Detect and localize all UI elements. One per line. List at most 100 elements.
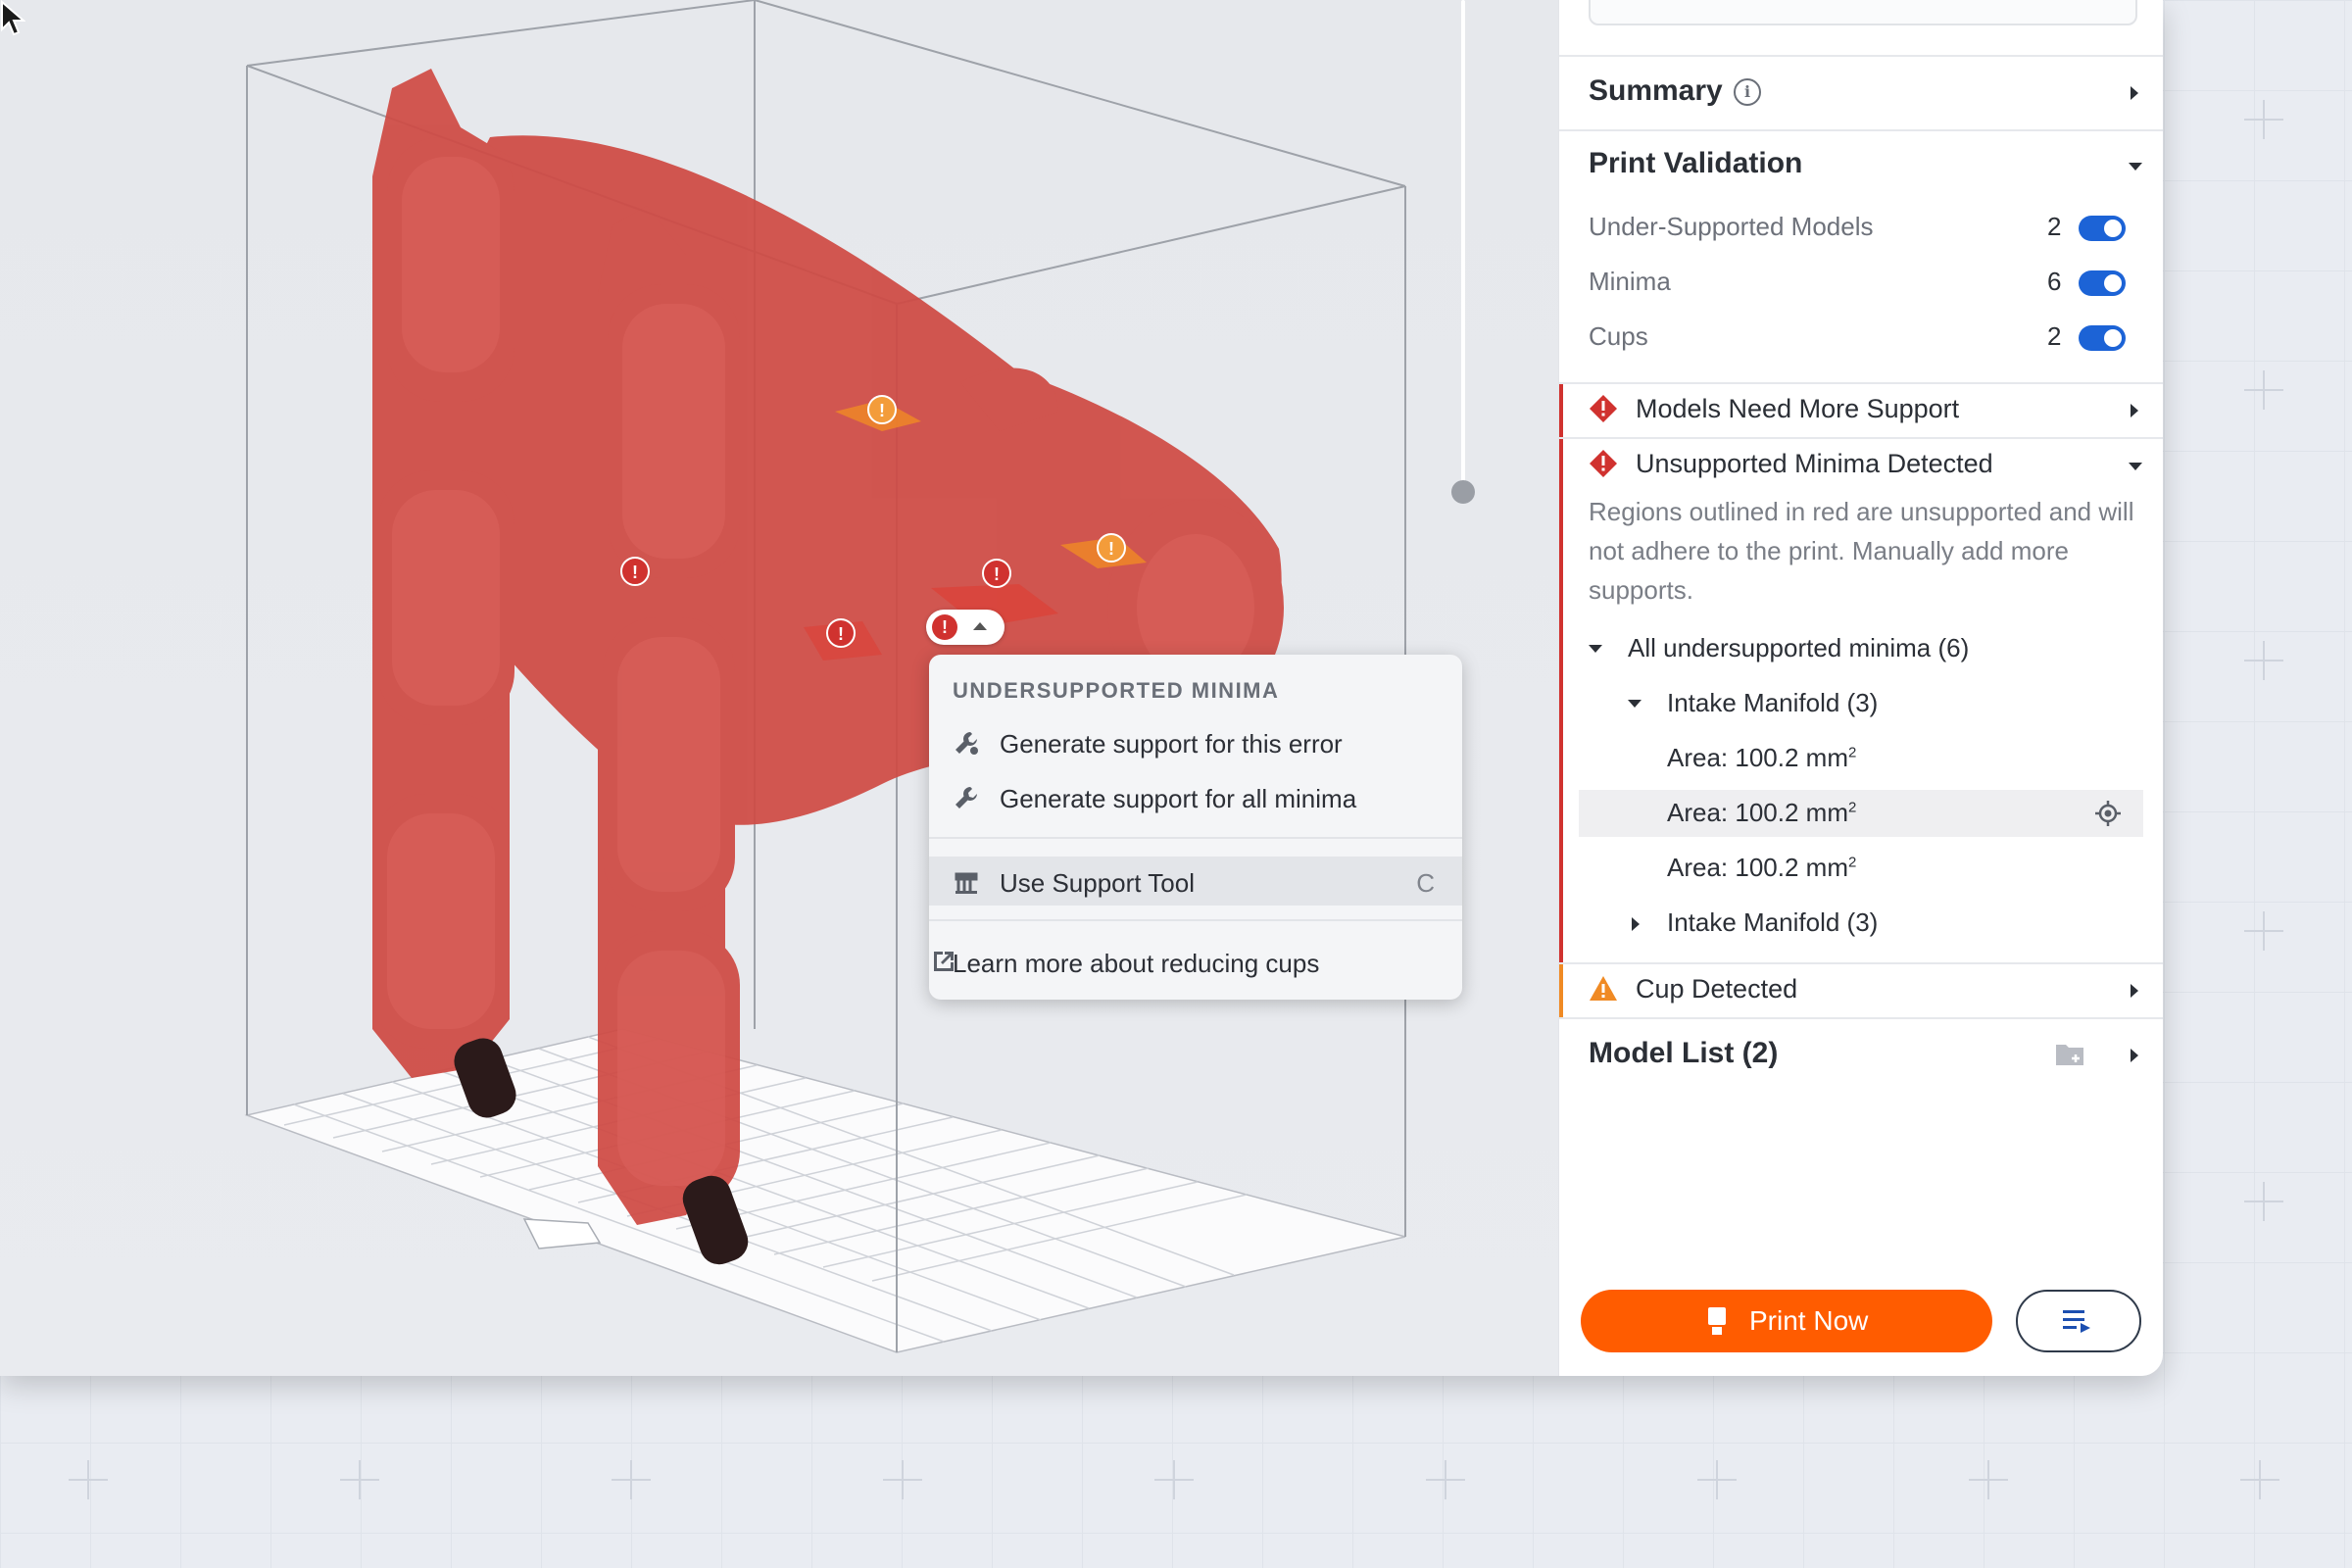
chevron-right-icon [2131, 984, 2138, 998]
top-input-field[interactable] [1589, 0, 2137, 25]
grid-mark [2244, 641, 2283, 680]
summary-title: Summary [1589, 74, 1723, 107]
tree-group-intake-manifold-2[interactable]: Intake Manifold (3) [1628, 900, 2137, 947]
print-validation-header[interactable]: Print Validation [1559, 131, 2163, 200]
app-window: ! ! ! ! ! ! UNDERSUPPORTED MINIMA Genera… [0, 0, 2163, 1376]
svg-text:!: ! [879, 401, 885, 420]
validation-label: Cups [1589, 321, 1648, 351]
alert-bar [1559, 439, 1563, 962]
tree-item-area[interactable]: Area: 100.2 mm2 [1579, 845, 2143, 892]
alert-models-need-support[interactable]: Models Need More Support [1559, 384, 2163, 437]
grid-mark [612, 1460, 651, 1499]
area-label: Area: 100.2 mm [1667, 798, 1848, 827]
locate-icon[interactable] [2094, 800, 2122, 827]
tree-label: All undersupported minima (6) [1628, 633, 1970, 662]
plate-label [522, 1218, 602, 1250]
area-exponent: 2 [1847, 744, 1857, 761]
warning-triangle-icon [1590, 976, 1617, 1001]
menu-divider [929, 837, 1462, 839]
grid-mark [340, 1460, 379, 1499]
menu-item-support-tool[interactable]: Use Support Tool C [929, 857, 1462, 906]
error-icon: ! [932, 614, 957, 640]
queue-button[interactable] [2016, 1290, 2141, 1352]
validation-row-under-supported: Under-Supported Models 2 [1589, 208, 2137, 247]
info-icon[interactable]: i [1734, 78, 1761, 106]
chevron-right-icon [2131, 1049, 2138, 1062]
3d-viewport[interactable]: ! ! ! ! ! ! UNDERSUPPORTED MINIMA Genera… [0, 0, 1558, 1376]
model-list-header[interactable]: Model List (2) [1559, 1019, 2163, 1092]
alert-bar [1559, 964, 1563, 1017]
cups-toggle[interactable] [2079, 325, 2126, 351]
grid-mark [1969, 1460, 2008, 1499]
caret-up-icon [973, 622, 987, 630]
menu-divider [929, 919, 1462, 921]
build-plate-grid [244, 1028, 1406, 1353]
validation-label: Under-Supported Models [1589, 212, 1874, 241]
error-diamond-icon [1590, 450, 1617, 477]
validation-row-minima: Minima 6 [1589, 263, 2137, 302]
chevron-right-icon [2131, 86, 2138, 100]
grid-mark [1697, 1460, 1737, 1499]
grid-mark [2240, 1460, 2279, 1499]
grid-mark [1426, 1460, 1465, 1499]
chevron-down-icon [2129, 463, 2142, 470]
chevron-right-icon [2131, 404, 2138, 417]
menu-item-label: Generate support for this error [1000, 729, 1343, 759]
layer-slider-knob[interactable] [1451, 480, 1475, 504]
printer-icon [1708, 1307, 1726, 1335]
alert-unsupported-minima: Unsupported Minima Detected Regions outl… [1559, 439, 2163, 962]
menu-title: UNDERSUPPORTED MINIMA [953, 678, 1280, 703]
error-diamond-icon [1590, 395, 1617, 422]
validation-count: 2 [2047, 212, 2062, 241]
tree-root-all-minima[interactable]: All undersupported minima (6) [1589, 625, 2137, 672]
svg-text:!: ! [632, 563, 638, 582]
svg-text:!: ! [838, 624, 844, 644]
alert-cup-detected[interactable]: Cup Detected [1559, 964, 2163, 1017]
support-tool-icon [955, 872, 978, 894]
validation-count: 2 [2047, 321, 2062, 351]
grid-mark [2244, 911, 2283, 951]
grid-mark [2244, 100, 2283, 139]
grid-mark [1154, 1460, 1194, 1499]
tree-group-intake-manifold-1[interactable]: Intake Manifold (3) [1628, 680, 2137, 727]
area-label: Area: 100.2 mm [1667, 743, 1848, 772]
under-supported-toggle[interactable] [2079, 216, 2126, 241]
print-validation-title: Print Validation [1589, 147, 1803, 179]
tree-label: Intake Manifold (3) [1667, 688, 1879, 717]
layer-slider-track[interactable] [1461, 0, 1465, 490]
grid-mark [2244, 1182, 2283, 1221]
external-link-icon [934, 952, 954, 971]
alert-title: Models Need More Support [1636, 394, 1960, 423]
unsupported-minima-header[interactable]: Unsupported Minima Detected [1559, 439, 2163, 490]
print-now-button[interactable]: Print Now [1581, 1290, 1992, 1352]
svg-text:!: ! [994, 564, 1000, 584]
wrench-icon [956, 732, 978, 755]
add-folder-icon[interactable] [2054, 1041, 2085, 1068]
tree-item-area[interactable]: Area: 100.2 mm2 [1579, 735, 2143, 782]
queue-list-icon [2063, 1310, 2090, 1333]
chevron-right-icon [1632, 917, 1640, 931]
grid-mark [883, 1460, 922, 1499]
error-marker-selected[interactable]: ! [926, 610, 1004, 645]
sidebar-panel: Summary i Print Validation Under-Support… [1558, 0, 2163, 1376]
menu-item-generate-all[interactable]: Generate support for all minima [929, 772, 1462, 821]
grid-mark [69, 1460, 108, 1499]
wrench-icon [956, 787, 977, 808]
tree-item-area-hovered[interactable]: Area: 100.2 mm2 [1579, 790, 2143, 837]
summary-section-header[interactable]: Summary i [1559, 57, 2163, 129]
validation-label: Minima [1589, 267, 1671, 296]
chevron-down-icon [1628, 700, 1642, 708]
validation-row-cups: Cups 2 [1589, 318, 2137, 357]
alert-title: Cup Detected [1636, 974, 1798, 1004]
menu-item-label: Generate support for all minima [1000, 784, 1357, 813]
chevron-down-icon [1589, 645, 1602, 653]
tree-label: Intake Manifold (3) [1667, 907, 1879, 937]
area-exponent: 2 [1847, 854, 1857, 871]
validation-count: 6 [2047, 267, 2062, 296]
alert-title: Unsupported Minima Detected [1636, 449, 1993, 478]
menu-item-label: Use Support Tool [1000, 868, 1195, 898]
menu-item-learn-more[interactable]: Learn more about reducing cups [929, 937, 1462, 986]
minima-toggle[interactable] [2079, 270, 2126, 296]
menu-item-generate-this[interactable]: Generate support for this error [929, 717, 1462, 766]
svg-text:!: ! [1108, 539, 1114, 559]
